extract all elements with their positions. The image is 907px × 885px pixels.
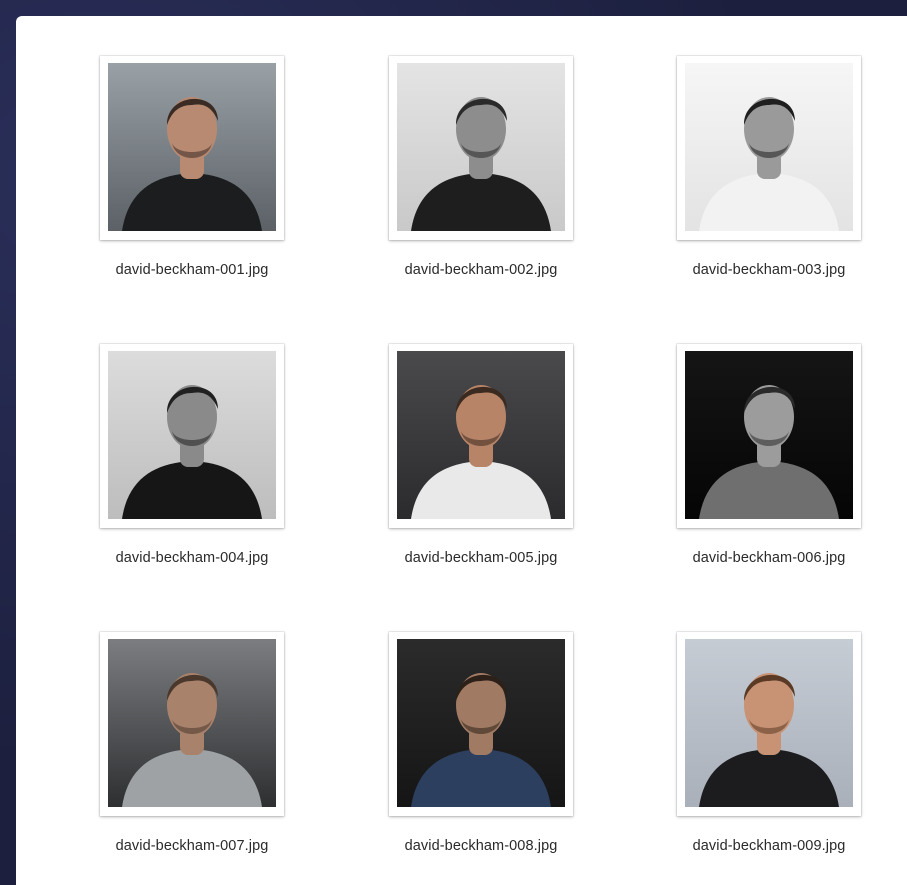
file-item[interactable]: david-beckham-007.jpg [54, 592, 284, 854]
file-name-label[interactable]: david-beckham-005.jpg [343, 550, 619, 566]
portrait-placeholder [108, 63, 276, 231]
portrait-placeholder [397, 351, 565, 519]
file-name-label[interactable]: david-beckham-006.jpg [631, 550, 907, 566]
file-item[interactable]: david-beckham-002.jpg [343, 16, 573, 278]
file-name-label[interactable]: david-beckham-001.jpg [54, 262, 330, 278]
file-item[interactable]: david-beckham-009.jpg [631, 592, 861, 854]
thumbnail[interactable] [389, 344, 573, 528]
file-item[interactable]: david-beckham-006.jpg [631, 304, 861, 566]
thumbnail[interactable] [100, 632, 284, 816]
portrait-placeholder [397, 639, 565, 807]
thumbnail[interactable] [677, 344, 861, 528]
file-item[interactable]: david-beckham-004.jpg [54, 304, 284, 566]
thumbnail-image [397, 351, 565, 519]
file-item[interactable]: david-beckham-005.jpg [343, 304, 573, 566]
file-item[interactable]: david-beckham-008.jpg [343, 592, 573, 854]
file-grid: david-beckham-001.jpg david-beckham-002.… [16, 16, 907, 885]
thumbnail-image [108, 63, 276, 231]
file-name-label[interactable]: david-beckham-004.jpg [54, 550, 330, 566]
portrait-placeholder [108, 639, 276, 807]
thumbnail[interactable] [677, 632, 861, 816]
file-name-label[interactable]: david-beckham-009.jpg [631, 838, 907, 854]
thumbnail-image [108, 639, 276, 807]
file-name-label[interactable]: david-beckham-007.jpg [54, 838, 330, 854]
portrait-placeholder [685, 63, 853, 231]
thumbnail-image [397, 63, 565, 231]
file-name-label[interactable]: david-beckham-003.jpg [631, 262, 907, 278]
finder-window: david-beckham-001.jpg david-beckham-002.… [16, 16, 907, 885]
thumbnail[interactable] [389, 632, 573, 816]
portrait-placeholder [685, 639, 853, 807]
thumbnail[interactable] [389, 56, 573, 240]
file-name-label[interactable]: david-beckham-002.jpg [343, 262, 619, 278]
portrait-placeholder [397, 63, 565, 231]
portrait-placeholder [108, 351, 276, 519]
portrait-placeholder [685, 351, 853, 519]
thumbnail-image [397, 639, 565, 807]
file-item[interactable]: david-beckham-001.jpg [54, 16, 284, 278]
thumbnail-image [685, 63, 853, 231]
thumbnail-image [685, 639, 853, 807]
file-item[interactable]: david-beckham-003.jpg [631, 16, 861, 278]
file-name-label[interactable]: david-beckham-008.jpg [343, 838, 619, 854]
thumbnail[interactable] [100, 344, 284, 528]
thumbnail-image [685, 351, 853, 519]
thumbnail-image [108, 351, 276, 519]
thumbnail[interactable] [100, 56, 284, 240]
thumbnail[interactable] [677, 56, 861, 240]
